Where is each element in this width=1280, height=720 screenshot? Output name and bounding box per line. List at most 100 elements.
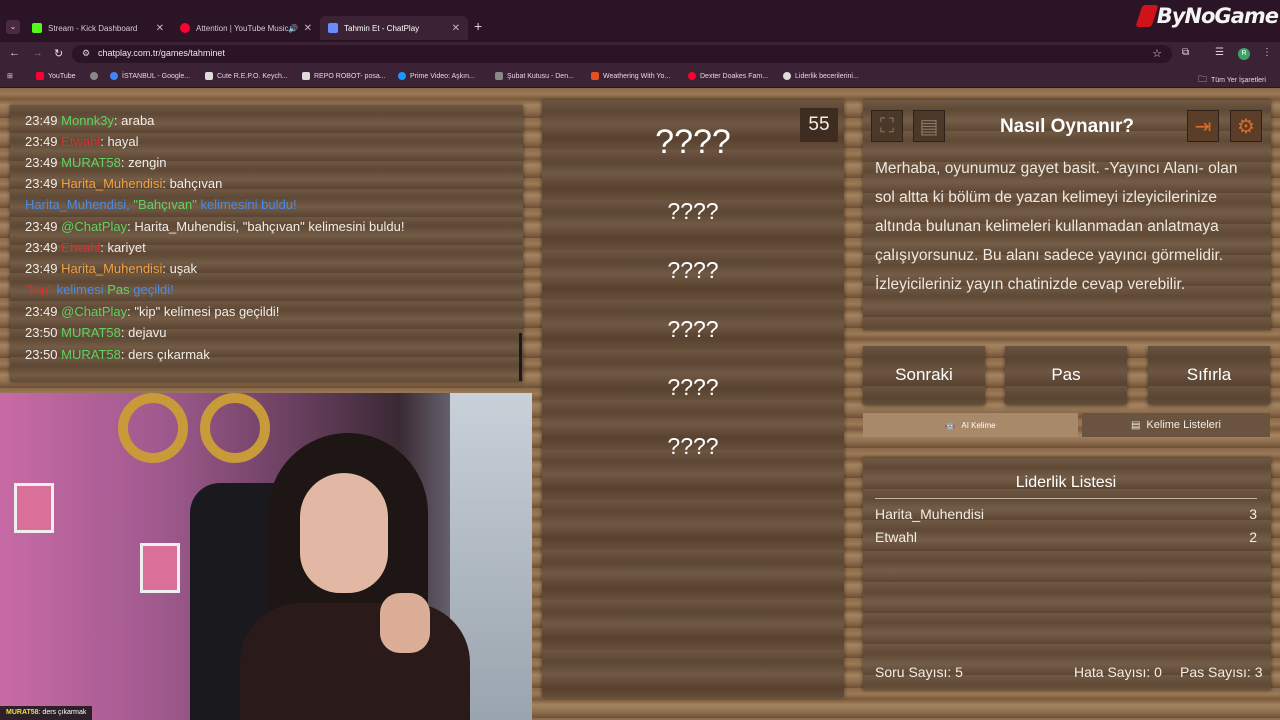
streamer-body: [240, 603, 470, 720]
youtube-icon: [36, 72, 44, 80]
url-text: chatplay.com.tr/games/tahminet: [98, 48, 225, 58]
bookmark-label: İSTANBUL - Google...: [122, 72, 191, 80]
page-icon: [495, 72, 503, 80]
chat-message: 23:49 Monnk3y: araba: [25, 113, 155, 128]
tab-youtube-music[interactable]: Attention | YouTube Music 🔊 ✕: [172, 16, 320, 40]
bookmark-label: Tüm Yer İşaretleri: [1211, 76, 1266, 84]
speaker-icon[interactable]: 🔊: [288, 24, 298, 33]
close-icon[interactable]: ✕: [304, 23, 312, 34]
exit-button[interactable]: ⇥: [1187, 110, 1219, 142]
chat-scrollbar[interactable]: [519, 333, 522, 381]
player-name: Etwahl: [875, 529, 918, 545]
chat-message: 23:50 MURAT58: ders çıkarmak: [25, 347, 210, 362]
chat-system-pass: "Kip" kelimesi Pas geçildi!: [25, 282, 174, 297]
tab-chatplay[interactable]: Tahmin Et - ChatPlay ✕: [320, 16, 468, 40]
gold-balloon: [118, 393, 188, 463]
player-name: Harita_Muhendisi: [875, 506, 984, 522]
tab-search-button[interactable]: ⌄: [6, 20, 20, 34]
tab-label: Tahmin Et - ChatPlay: [344, 23, 420, 33]
close-icon[interactable]: ✕: [452, 23, 460, 34]
chat-ticker: MURAT58: ders çıkarmak: [0, 706, 93, 720]
close-icon[interactable]: ✕: [156, 23, 164, 34]
tab-word-lists[interactable]: ▤ Kelime Listeleri: [1082, 413, 1270, 437]
chat-message: 23:49 Harita_Muhendisi: bahçıvan: [25, 176, 223, 191]
page-icon: [591, 72, 599, 80]
streamer-face: [300, 473, 388, 593]
player-score: 2: [1249, 529, 1257, 545]
page-icon: [205, 72, 213, 80]
leaderboard-title: Liderlik Listesi: [875, 474, 1257, 499]
forbidden-word: ????: [667, 316, 719, 342]
streamer-hand: [380, 593, 430, 653]
google-icon: [110, 72, 118, 80]
bookmark-label: Liderlik becerilerini...: [795, 72, 859, 80]
tab-kick-dashboard[interactable]: Stream - Kick Dashboard ✕: [24, 16, 172, 40]
chat-message: 23:49 @ChatPlay: "kip" kelimesi pas geçi…: [25, 304, 280, 319]
bynogame-mark-icon: [1135, 5, 1159, 27]
notes-button[interactable]: ▤: [913, 110, 945, 142]
tab-ai-word[interactable]: 🤖 AI Kelime: [863, 413, 1078, 437]
error-count: Hata Sayısı: 0: [1074, 664, 1162, 680]
bookmark-dexter[interactable]: Dexter Doakes Fam...: [688, 72, 768, 80]
kick-icon: [32, 23, 42, 33]
globe-icon: [90, 72, 98, 80]
forbidden-word: ????: [667, 257, 719, 283]
bookmark-prime-video[interactable]: Prime Video: Aşkın...: [398, 72, 475, 80]
bookmark-subat-kutusu[interactable]: Şubat Kutusu - Den...: [495, 72, 574, 80]
bookmark-label: Cute R.E.P.O. Keych...: [217, 72, 288, 80]
chat-message: 23:49 Harita_Muhendisi: uşak: [25, 261, 198, 276]
fullscreen-icon: ⛶: [880, 114, 894, 137]
bookmark-repo-robot[interactable]: REPO ROBOT- posa...: [302, 72, 386, 80]
how-to-play-text: Merhaba, oyunumuz gayet basit. -Yayıncı …: [875, 160, 1238, 293]
list-icon: ▤: [1130, 419, 1141, 431]
webcam-video: [0, 393, 532, 720]
bookmark-label: REPO ROBOT- posa...: [314, 72, 386, 80]
all-bookmarks[interactable]: 🗀 Tüm Yer İşaretleri: [1198, 72, 1266, 88]
bookmark-globe[interactable]: [90, 72, 98, 80]
bookmark-label: Prime Video: Aşkın...: [410, 72, 475, 80]
robot-icon: 🤖: [945, 420, 956, 430]
new-tab-button[interactable]: +: [474, 18, 482, 34]
chat-system-found: Harita_Muhendisi, "Bahçıvan" kelimesini …: [25, 197, 297, 212]
next-button[interactable]: Sonraki: [863, 346, 985, 404]
tab-label: Attention | YouTube Music: [196, 23, 289, 33]
back-icon[interactable]: ←: [9, 47, 20, 59]
bookmark-weathering[interactable]: Weathering With Yo...: [591, 72, 670, 80]
site-info-icon[interactable]: ⚙: [82, 48, 90, 59]
menu-icon[interactable]: ⋮: [1262, 47, 1272, 58]
chat-message: 23:49 Etwahl: hayal: [25, 134, 139, 149]
pass-button[interactable]: Pas: [1005, 346, 1127, 404]
extensions-icon[interactable]: ⧉: [1182, 47, 1189, 58]
bookmark-label: YouTube: [48, 72, 76, 80]
gear-icon: ⚙: [1237, 115, 1255, 138]
prime-video-icon: [398, 72, 406, 80]
current-word: ????: [655, 123, 731, 161]
bookmark-repo-keychain[interactable]: Cute R.E.P.O. Keych...: [205, 72, 288, 80]
reload-icon[interactable]: ↻: [54, 47, 63, 60]
media-icon[interactable]: ☰: [1215, 47, 1224, 58]
profile-avatar[interactable]: R: [1238, 48, 1250, 60]
leaderboard-row: Etwahl 2: [875, 529, 1257, 545]
bookmark-liderlik[interactable]: Liderlik becerilerini...: [783, 72, 859, 80]
chat-message: 23:49 MURAT58: zengin: [25, 155, 167, 170]
forward-icon[interactable]: →: [32, 47, 43, 59]
url-field[interactable]: ⚙ chatplay.com.tr/games/tahminet ☆: [72, 45, 1172, 63]
chat-message: 23:49 @ChatPlay: Harita_Muhendisi, "bahç…: [25, 219, 405, 234]
page-icon: [783, 72, 791, 80]
bookmark-youtube[interactable]: YouTube: [36, 72, 76, 80]
chat-message: 23:50 MURAT58: dejavu: [25, 325, 167, 340]
bookmark-istanbul[interactable]: İSTANBUL - Google...: [110, 72, 190, 80]
gold-balloon: [200, 393, 270, 463]
tab-label: AI Kelime: [961, 420, 996, 430]
wall-poster: [140, 543, 180, 593]
bookmark-label: Weathering With Yo...: [603, 72, 671, 80]
reset-button[interactable]: Sıfırla: [1148, 346, 1270, 404]
chatplay-icon: [328, 23, 338, 33]
bookmarks-bar: ⊞ YouTube İSTANBUL - Google... Cute R.E.…: [0, 66, 1280, 88]
fullscreen-button[interactable]: ⛶: [871, 110, 903, 142]
bookmark-star-icon[interactable]: ☆: [1152, 47, 1162, 60]
wall-poster: [14, 483, 54, 533]
settings-button[interactable]: ⚙: [1230, 110, 1262, 142]
apps-icon[interactable]: ⊞: [7, 72, 13, 80]
address-bar: ← → ↻ ⚙ chatplay.com.tr/games/tahminet ☆…: [0, 42, 1280, 66]
